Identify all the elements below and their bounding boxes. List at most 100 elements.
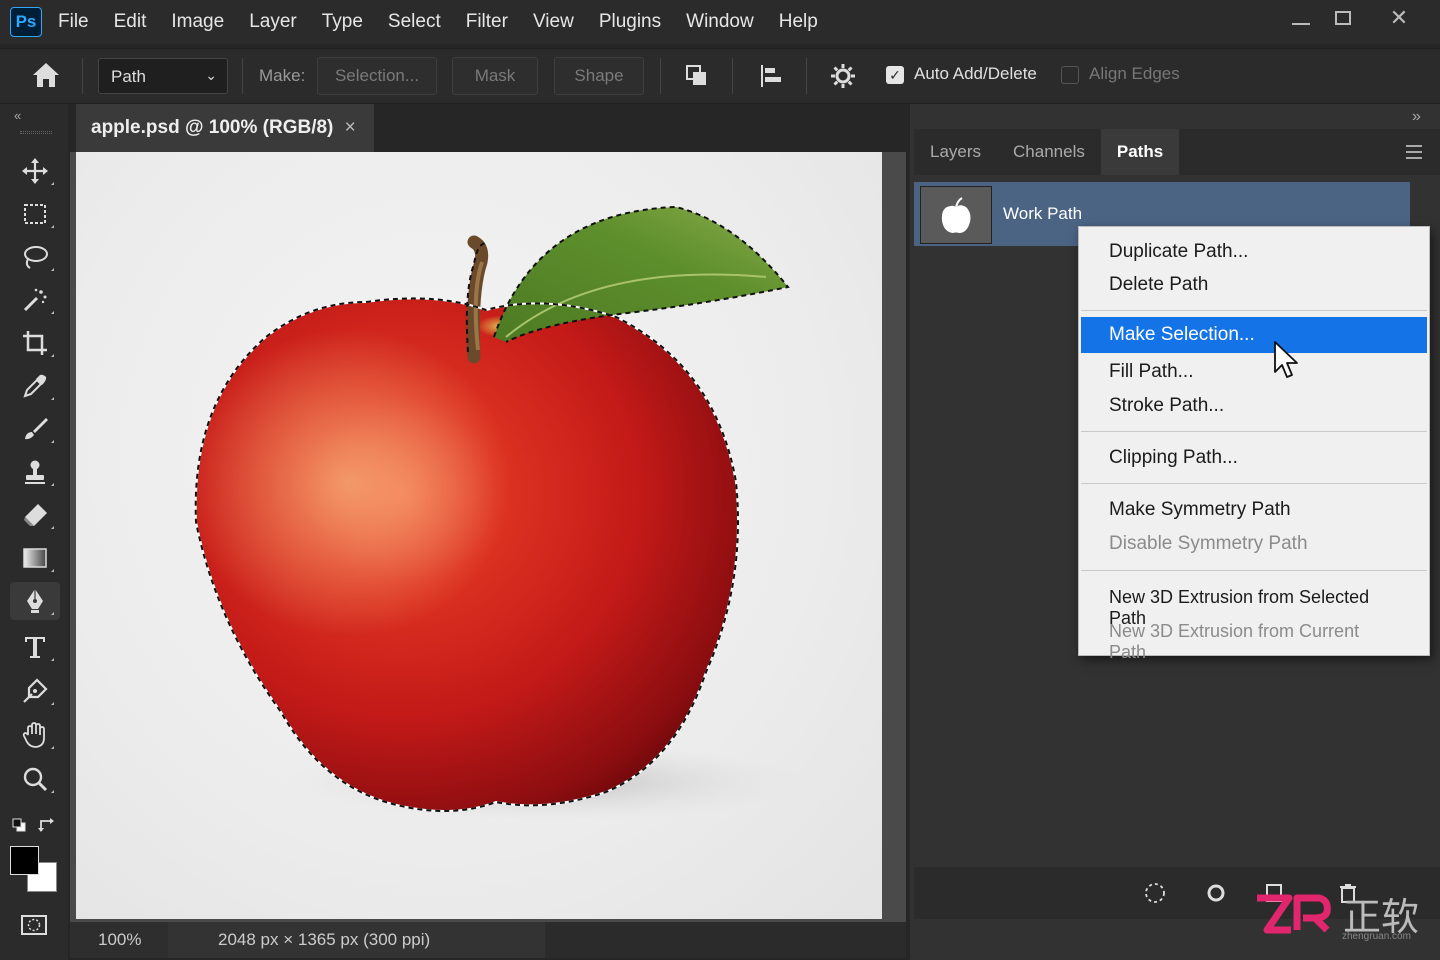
document-title: apple.psd @ 100% (RGB/8) [91,117,334,138]
magic-wand-icon [23,288,47,312]
close-window-button[interactable]: ✕ [1370,0,1428,36]
hand-tool[interactable] [10,716,60,754]
zoom-tool[interactable] [10,760,60,798]
make-shape-button[interactable]: Shape [554,57,644,95]
paths-context-menu: Duplicate Path... Delete Path Make Selec… [1078,226,1430,662]
menu-plugins[interactable]: Plugins [599,11,661,33]
menu-type[interactable]: Type [322,11,363,33]
divider [82,58,83,94]
menu-item-make-selection[interactable]: Make Selection... [1081,317,1427,353]
menu-image[interactable]: Image [171,11,224,33]
menu-item-fill-path[interactable]: Fill Path... [1081,354,1427,390]
tab-paths[interactable]: Paths [1100,129,1180,175]
mouse-cursor-icon [1272,340,1300,387]
foreground-color-swatch[interactable] [10,846,39,875]
crop-icon [23,331,47,355]
menu-item-delete-path[interactable]: Delete Path [1081,267,1427,303]
maximize-icon [1335,11,1351,25]
document-tab[interactable]: apple.psd @ 100% (RGB/8) × [76,104,374,152]
stroke-path-button[interactable] [1204,881,1228,905]
menu-separator [1081,431,1427,432]
magnifier-icon [23,767,48,792]
minimize-icon [1292,23,1310,25]
path-name: Work Path [1003,204,1083,223]
watermark-url: zhengruan.com [1342,931,1411,942]
menu-window[interactable]: Window [686,11,754,33]
divider [660,58,661,94]
path-selection-tool[interactable] [10,672,60,710]
canvas[interactable] [76,152,882,919]
lasso-tool[interactable] [10,238,60,276]
eraser-icon [24,504,47,526]
menu-filter[interactable]: Filter [466,11,508,33]
swap-colors-icon [38,818,54,832]
default-colors-button[interactable] [12,818,26,837]
eraser-tool[interactable] [10,496,60,534]
type-icon [25,637,45,658]
clone-stamp-tool[interactable] [10,453,60,491]
menu-edit[interactable]: Edit [114,11,147,33]
menu-view[interactable]: View [533,11,574,33]
brush-tool[interactable] [10,410,60,448]
status-bar: 100% 2048 px × 1365 px (300 ppi) [70,922,906,958]
apple-image [194,205,806,822]
eyedropper-icon [23,374,47,398]
menu-item-make-symmetry-path[interactable]: Make Symmetry Path [1081,492,1427,528]
auto-add-delete-label: Auto Add/Delete [914,64,1037,83]
quick-mask-icon [21,915,47,935]
panel-tabs: Layers Channels Paths [914,129,1440,175]
collapse-toolbar-icon[interactable]: « [14,108,21,123]
make-mask-button[interactable]: Mask [452,57,538,95]
make-selection-button[interactable]: Selection... [317,57,437,95]
panel-menu-icon[interactable] [1406,145,1422,163]
photoshop-logo: Ps [10,7,42,37]
menu-item-3d-extrusion-current: New 3D Extrusion from Current Path [1109,621,1360,662]
menu-file[interactable]: File [58,11,89,33]
tab-layers[interactable]: Layers [914,129,997,175]
hand-icon [22,722,45,748]
menu-item-3d-extrusion-selected[interactable]: New 3D Extrusion from Selected Path [1081,580,1427,628]
rectangle-marquee-icon [24,204,46,224]
type-tool[interactable] [10,628,60,666]
home-button[interactable] [30,60,62,90]
zoom-level[interactable]: 100% [70,922,168,958]
tab-channels[interactable]: Channels [997,129,1101,175]
load-path-as-selection-button[interactable] [1143,881,1167,905]
eyedropper-tool[interactable] [10,367,60,405]
gradient-tool[interactable] [10,539,60,577]
marquee-tool[interactable] [10,195,60,233]
crop-tool[interactable] [10,324,60,362]
gradient-icon [23,548,47,568]
align-edges-checkbox[interactable] [1061,66,1079,84]
path-alignment-button[interactable] [756,61,786,91]
auto-add-delete-checkbox[interactable]: ✓ [886,66,904,84]
lasso-icon [24,246,48,269]
default-colors-icon [12,818,26,832]
divider [242,58,243,94]
toolbar-grip[interactable] [20,131,52,134]
pen-plus-icon [23,678,48,703]
quick-selection-tool[interactable] [10,281,60,319]
path-operations-button[interactable] [682,61,712,91]
close-icon: ✕ [1389,5,1409,30]
tool-mode-dropdown[interactable]: Path ⌄ [98,58,228,94]
path-thumbnail [920,186,992,244]
menu-item-duplicate-path[interactable]: Duplicate Path... [1081,234,1427,270]
tools-panel: « [0,104,68,960]
pen-icon [27,589,43,613]
settings-button[interactable] [828,61,858,91]
swap-colors-button[interactable] [38,816,56,839]
expand-panels-icon[interactable]: » [1412,108,1421,126]
menu-item-disable-symmetry-path: Disable Symmetry Path [1109,533,1308,554]
move-tool[interactable] [10,152,60,190]
quick-mask-button[interactable] [20,914,48,941]
menu-item-clipping-path[interactable]: Clipping Path... [1081,440,1427,476]
menu-select[interactable]: Select [388,11,441,33]
pen-tool[interactable] [10,582,60,620]
menu-layer[interactable]: Layer [249,11,297,33]
menu-item-stroke-path[interactable]: Stroke Path... [1081,388,1427,424]
close-document-icon[interactable]: × [345,117,356,138]
document-info[interactable]: 2048 px × 1365 px (300 ppi) [168,922,545,958]
menu-help[interactable]: Help [779,11,818,33]
maximize-button[interactable] [1314,0,1372,36]
